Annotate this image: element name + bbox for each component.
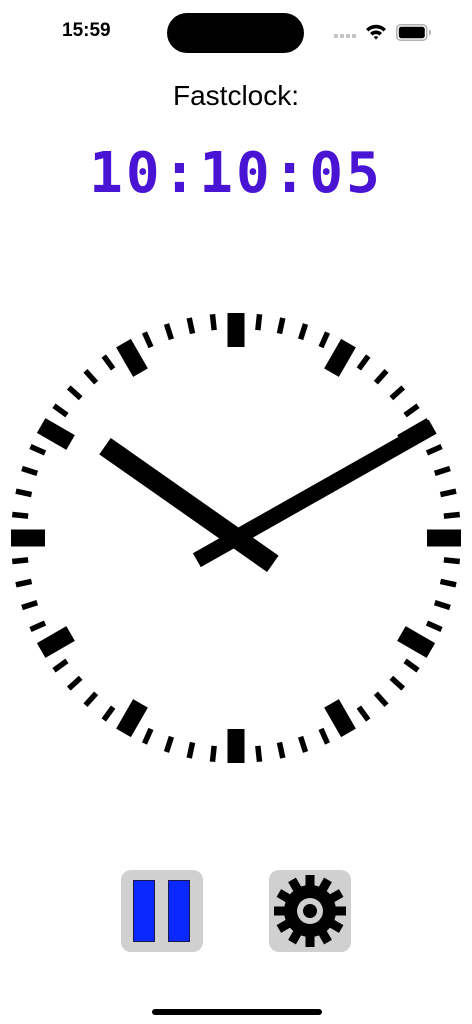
hour-hand: [99, 437, 279, 573]
minute-tick-mark: [389, 675, 406, 691]
minute-tick-mark: [425, 620, 443, 633]
minute-tick-mark: [276, 317, 286, 335]
battery-icon: [396, 24, 431, 41]
minute-tick-mark: [425, 443, 443, 456]
minute-tick-mark: [439, 488, 457, 498]
minute-tick-mark: [209, 745, 217, 763]
home-indicator[interactable]: [152, 1009, 322, 1015]
minute-tick-mark: [443, 557, 461, 565]
minute-tick-mark: [356, 354, 371, 371]
minute-tick-mark: [318, 727, 331, 745]
wifi-icon: [366, 24, 386, 40]
minute-hand: [192, 419, 437, 568]
minute-tick-mark: [373, 368, 389, 385]
minute-tick-mark: [209, 313, 217, 331]
minute-tick-mark: [186, 317, 196, 335]
dynamic-island: [167, 13, 304, 53]
pause-icon-bar-right: [168, 880, 190, 942]
status-bar: 15:59: [0, 0, 472, 64]
page-title: Fastclock:: [172, 80, 300, 111]
gear-icon: [274, 875, 346, 947]
minute-tick-mark: [255, 313, 263, 331]
minute-tick-mark: [21, 465, 39, 477]
minute-tick-mark: [373, 691, 389, 708]
minute-tick-mark: [255, 745, 263, 763]
hour-tick-mark: [324, 338, 356, 377]
minute-tick-mark: [163, 323, 175, 341]
minute-tick-mark: [11, 557, 29, 565]
minute-tick-mark: [66, 385, 83, 401]
minute-tick-mark: [11, 511, 29, 519]
minute-tick-mark: [186, 741, 196, 759]
minute-tick-mark: [141, 727, 154, 745]
minute-tick-mark: [83, 368, 99, 385]
hour-tick-mark: [227, 313, 245, 347]
minute-tick-mark: [439, 578, 457, 588]
minute-tick-mark: [163, 735, 175, 753]
hour-tick-mark: [427, 529, 461, 547]
minute-tick-mark: [101, 354, 116, 371]
minute-tick-mark: [297, 735, 309, 753]
minute-tick-mark: [403, 658, 420, 673]
minute-tick-mark: [403, 403, 420, 418]
minute-tick-mark: [389, 385, 406, 401]
minute-tick-mark: [297, 323, 309, 341]
pause-button[interactable]: [121, 870, 203, 952]
minute-tick-mark: [21, 599, 39, 611]
minute-tick-mark: [318, 331, 331, 349]
minute-tick-mark: [29, 620, 47, 633]
minute-tick-mark: [52, 658, 69, 673]
hour-tick-mark: [36, 418, 75, 450]
pause-icon-bar-left: [133, 880, 155, 942]
hour-tick-mark: [116, 338, 148, 377]
status-time: 15:59: [62, 20, 111, 41]
hour-tick-mark: [397, 626, 436, 658]
minute-tick-mark: [29, 443, 47, 456]
minute-tick-mark: [15, 488, 33, 498]
minute-tick-mark: [141, 331, 154, 349]
hour-tick-mark: [116, 699, 148, 738]
hour-tick-mark: [36, 626, 75, 658]
hour-tick-mark: [11, 529, 45, 547]
minute-tick-mark: [443, 511, 461, 519]
minute-tick-mark: [101, 705, 116, 722]
minute-tick-mark: [433, 599, 451, 611]
minute-tick-mark: [83, 691, 99, 708]
analog-clock: [11, 313, 461, 763]
minute-tick-mark: [66, 675, 83, 691]
minute-tick-mark: [433, 465, 451, 477]
minute-tick-mark: [276, 741, 286, 759]
hour-tick-mark: [227, 729, 245, 763]
digital-time-display: 10:10:05: [89, 141, 383, 206]
settings-button[interactable]: [269, 870, 351, 952]
minute-tick-mark: [15, 578, 33, 588]
minute-tick-mark: [52, 403, 69, 418]
minute-tick-mark: [356, 705, 371, 722]
hour-tick-mark: [324, 699, 356, 738]
